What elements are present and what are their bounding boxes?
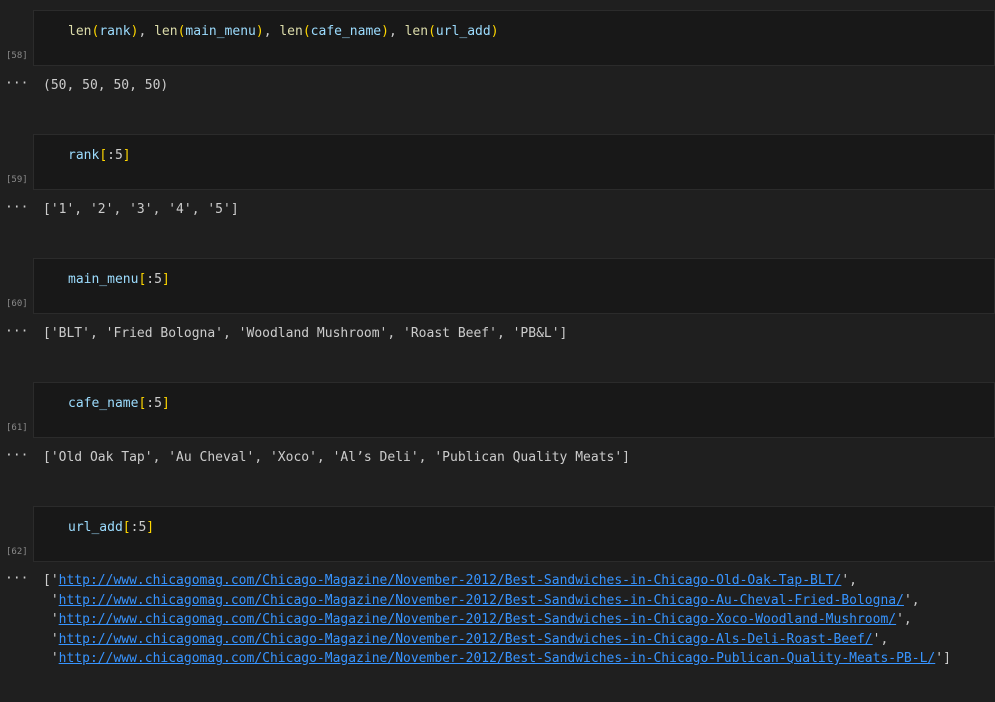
code-token: ) <box>490 24 499 39</box>
code-token: main_menu <box>68 272 139 287</box>
code-token: len <box>404 24 429 39</box>
output-punct: ' <box>43 592 59 608</box>
code-token: :5 <box>130 520 147 535</box>
code-token: cafe_name <box>68 396 139 411</box>
code-editor-58[interactable]: len(rank), len(main_menu), len(cafe_name… <box>68 23 499 41</box>
code-token: len <box>68 24 92 39</box>
code-token: :5 <box>146 396 162 411</box>
output-menu-icon[interactable]: ··· <box>5 200 28 215</box>
code-token: len <box>154 24 178 39</box>
output-punct: ' <box>43 612 59 627</box>
execution-count: [58] <box>6 51 28 61</box>
output-menu-icon[interactable]: ··· <box>5 448 28 463</box>
output-menu-icon[interactable]: ··· <box>5 324 28 339</box>
url-link[interactable]: http://www.chicagomag.com/Chicago-Magazi… <box>59 612 896 627</box>
code-token: url_add <box>435 24 491 39</box>
code-token: main_menu <box>185 24 256 39</box>
code-token: ] <box>146 520 155 535</box>
code-token: , <box>138 24 155 39</box>
output-punct: [' <box>43 573 59 588</box>
code-cell-59[interactable]: rank[:5] <box>33 134 995 190</box>
execution-count: [60] <box>6 299 28 309</box>
code-token: [ <box>122 520 131 535</box>
output-punct: ', <box>896 612 912 627</box>
code-editor-59[interactable]: rank[:5] <box>68 147 131 165</box>
code-editor-61[interactable]: cafe_name[:5] <box>68 395 170 413</box>
code-token: :5 <box>107 148 123 163</box>
code-editor-62[interactable]: url_add[:5] <box>68 519 154 537</box>
url-link[interactable]: http://www.chicagomag.com/Chicago-Magazi… <box>59 651 936 666</box>
code-token: rank <box>99 24 131 39</box>
code-token: rank <box>68 148 100 163</box>
code-token: ] <box>161 272 170 287</box>
cell-output-61: ['Old Oak Tap', 'Au Cheval', 'Xoco', 'Al… <box>43 450 630 465</box>
cell-output-59: ['1', '2', '3', '4', '5'] <box>43 202 239 217</box>
url-link[interactable]: http://www.chicagomag.com/Chicago-Magazi… <box>59 573 842 588</box>
output-punct: '] <box>935 651 951 666</box>
output-punct: ', <box>841 573 857 588</box>
code-cell-58[interactable]: len(rank), len(main_menu), len(cafe_name… <box>33 10 995 66</box>
code-token: , <box>388 24 405 39</box>
code-token: ] <box>161 396 170 411</box>
output-menu-icon[interactable]: ··· <box>5 76 28 91</box>
output-menu-icon[interactable]: ··· <box>5 571 28 586</box>
code-token: ) <box>381 24 389 39</box>
output-punct: ', <box>872 631 889 647</box>
code-token: cafe_name <box>310 24 382 39</box>
output-punct: ' <box>43 651 59 666</box>
code-editor-60[interactable]: main_menu[:5] <box>68 271 170 289</box>
code-token: url_add <box>68 520 123 535</box>
code-token: ( <box>302 24 311 39</box>
code-token: :5 <box>146 272 162 287</box>
code-cell-61[interactable]: cafe_name[:5] <box>33 382 995 438</box>
code-cell-62[interactable]: url_add[:5] <box>33 506 995 562</box>
execution-count: [62] <box>6 547 28 557</box>
code-token: ) <box>255 24 264 39</box>
cell-output-60: ['BLT', 'Fried Bologna', 'Woodland Mushr… <box>43 326 568 341</box>
execution-count: [59] <box>6 175 28 185</box>
url-link[interactable]: http://www.chicagomag.com/Chicago-Magazi… <box>59 593 904 608</box>
code-token: [ <box>99 148 108 163</box>
url-link[interactable]: http://www.chicagomag.com/Chicago-Magazi… <box>59 632 873 647</box>
execution-count: [61] <box>6 423 28 433</box>
code-token: ] <box>122 148 131 163</box>
code-token: , <box>263 24 280 39</box>
output-punct: ', <box>903 592 920 608</box>
cell-output-58: (50, 50, 50, 50) <box>43 78 169 93</box>
code-token: len <box>279 24 303 39</box>
code-token: ( <box>428 24 436 39</box>
cell-output-62: ['http://www.chicagomag.com/Chicago-Maga… <box>43 571 951 669</box>
code-cell-60[interactable]: main_menu[:5] <box>33 258 995 314</box>
output-punct: ' <box>43 631 59 647</box>
